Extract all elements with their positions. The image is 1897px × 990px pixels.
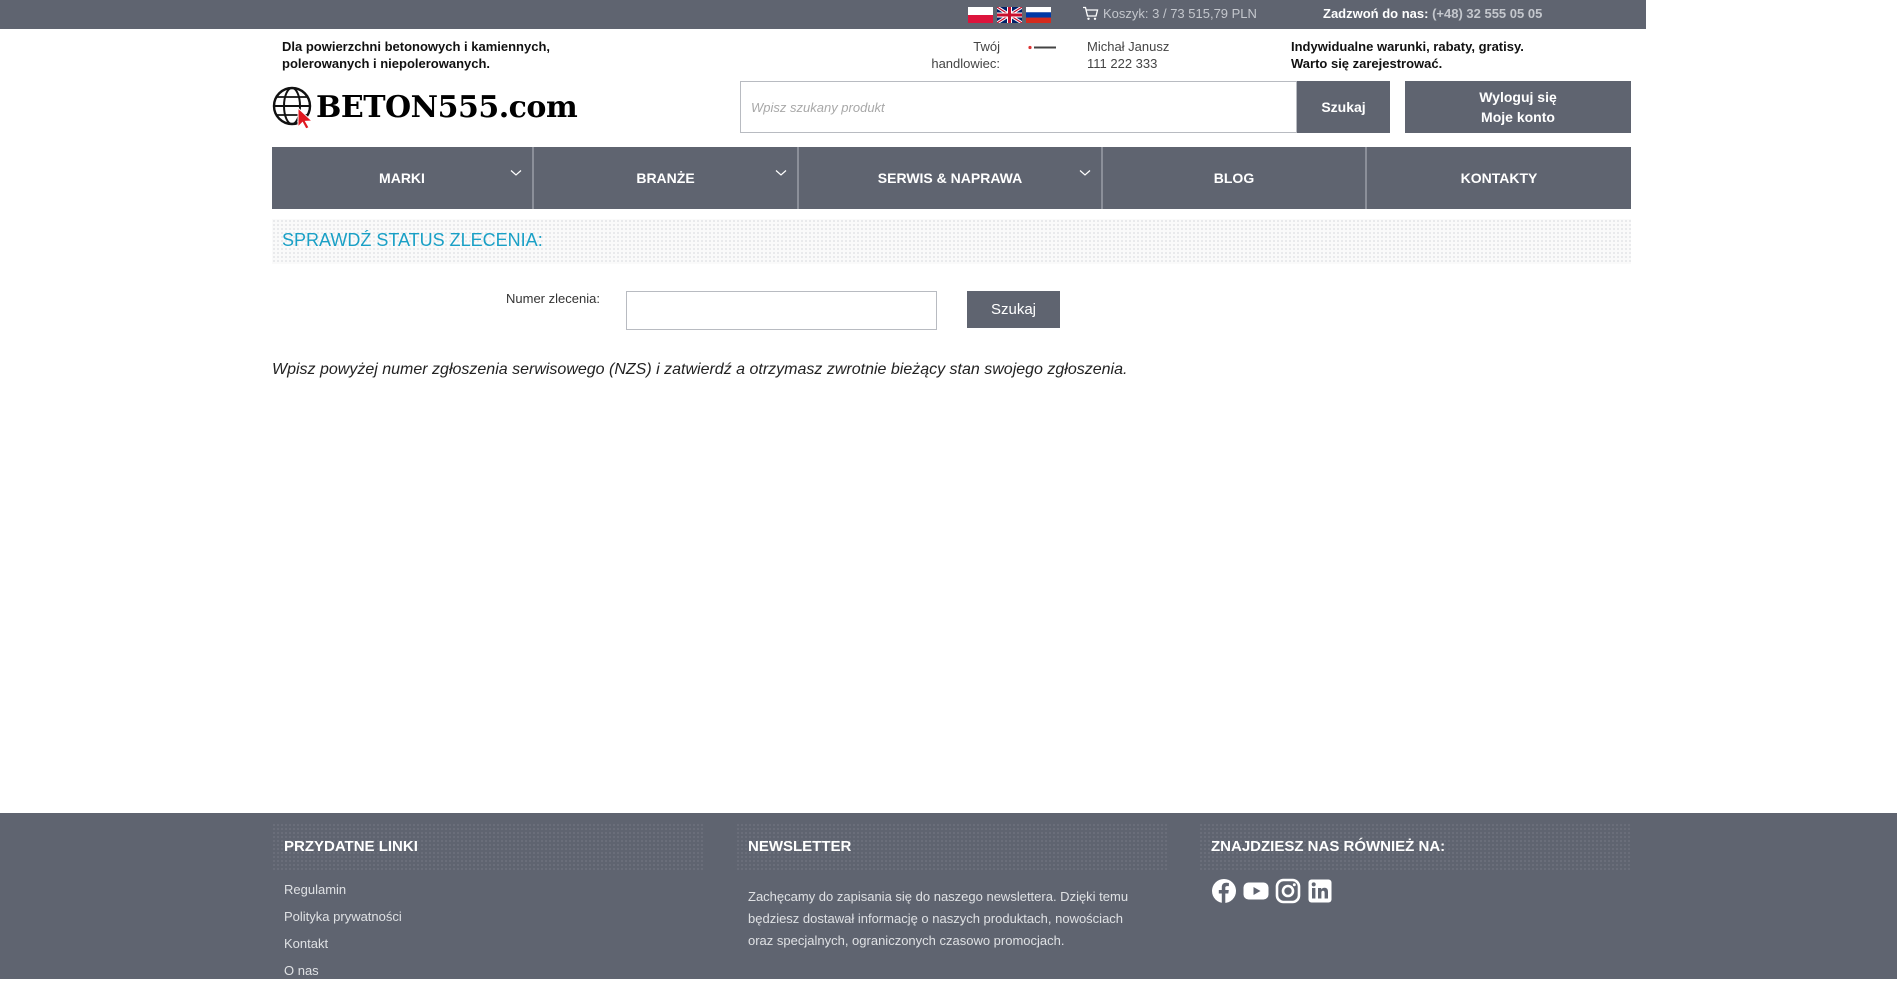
product-search-button[interactable]: Szukaj: [1297, 81, 1390, 133]
footer-links-title: PRZYDATNE LINKI: [284, 838, 418, 855]
chevron-down-icon: [775, 170, 787, 176]
newsletter-description: Zachęcamy do zapisania się do naszego ne…: [748, 889, 1129, 948]
logo-text: BETON555.com: [316, 89, 578, 125]
flag-ru-icon[interactable]: [1026, 7, 1051, 23]
footer-link-privacy[interactable]: Polityka prywatności: [284, 909, 402, 936]
trader-name: Michał Janusz: [1087, 39, 1170, 54]
youtube-icon[interactable]: [1243, 878, 1269, 904]
social-links: [1211, 878, 1333, 904]
chevron-down-icon: [510, 170, 522, 176]
trader-label-line-1: Twój: [973, 39, 1000, 54]
tagline-line-2: polerowanych i niepolerowanych.: [282, 56, 491, 71]
footer-link-contact[interactable]: Kontakt: [284, 936, 402, 963]
logout-link[interactable]: Wyloguj się: [1479, 87, 1557, 107]
promo-line-2: Warto się zarejestrować.: [1291, 56, 1443, 71]
linkedin-icon[interactable]: [1307, 878, 1333, 904]
nav-item-label: KONTAKTY: [1460, 170, 1538, 186]
trader-label-line-2: handlowiec:: [931, 56, 1000, 71]
phone-number[interactable]: (+48) 32 555 05 05: [1432, 6, 1542, 21]
nav-item-branze[interactable]: BRANŻE: [534, 147, 799, 209]
nav-item-kontakty[interactable]: KONTAKTY: [1367, 147, 1631, 209]
trader-phone: 111 222 333: [1087, 56, 1158, 71]
footer-links-list: Regulamin Polityka prywatności Kontakt O…: [284, 882, 402, 990]
footer-link-about[interactable]: O nas: [284, 963, 402, 990]
cart-summary: Koszyk: 3 / 73 515,79 PLN: [1103, 6, 1257, 21]
phone-label: Zadzwoń do nas:: [1323, 6, 1429, 21]
nav-item-marki[interactable]: MARKI: [272, 147, 534, 209]
instructions-text: Wpisz powyżej numer zgłoszenia serwisowe…: [272, 361, 1128, 378]
instagram-icon[interactable]: [1275, 878, 1301, 904]
promo-text: Indywidualne warunki, rabaty, gratisy. W…: [1291, 38, 1524, 72]
trader-company-logo: [1028, 45, 1056, 50]
product-search-input[interactable]: [740, 81, 1297, 133]
my-account-link[interactable]: Moje konto: [1481, 107, 1555, 127]
nav-item-label: MARKI: [379, 170, 425, 186]
footer-social-title: ZNAJDZIESZ NAS RÓWNIEŻ NA:: [1211, 838, 1446, 855]
order-number-input[interactable]: [626, 291, 937, 330]
account-box[interactable]: Wyloguj się Moje konto: [1405, 81, 1631, 133]
footer-newsletter-title: NEWSLETTER: [748, 838, 852, 855]
section-header: SPRAWDŹ STATUS ZLECENIA:: [272, 219, 1631, 264]
nav-item-label: BRANŻE: [636, 170, 695, 186]
cart-link[interactable]: Koszyk: 3 / 73 515,79 PLN: [1082, 6, 1257, 21]
nav-item-blog[interactable]: BLOG: [1103, 147, 1367, 209]
flag-pl-icon[interactable]: [968, 7, 993, 23]
phone-info: Zadzwoń do nas: (+48) 32 555 05 05: [1323, 6, 1542, 21]
nav-item-label: BLOG: [1213, 170, 1255, 186]
nav-item-label: SERWIS & NAPRAWA: [877, 170, 1023, 186]
tagline: Dla powierzchni betonowych i kamiennych,…: [282, 38, 572, 72]
footer: PRZYDATNE LINKI Regulamin Polityka prywa…: [0, 813, 1897, 979]
tagline-line-1: Dla powierzchni betonowych i kamiennych,: [282, 39, 550, 54]
site-logo[interactable]: BETON555.com: [272, 84, 578, 130]
trader-info: Michał Janusz 111 222 333: [1087, 38, 1169, 72]
cart-icon: [1083, 6, 1099, 20]
globe-cursor-icon: [272, 86, 314, 130]
flag-uk-icon[interactable]: [997, 7, 1022, 23]
promo-line-1: Indywidualne warunki, rabaty, gratisy.: [1291, 39, 1524, 54]
chevron-down-icon: [1079, 170, 1091, 176]
footer-newsletter-header: NEWSLETTER: [736, 823, 1169, 871]
nav-item-serwis[interactable]: SERWIS & NAPRAWA: [799, 147, 1103, 209]
language-flags: [968, 7, 1051, 23]
order-search-button[interactable]: Szukaj: [967, 291, 1060, 328]
top-bar: Koszyk: 3 / 73 515,79 PLN Zadzwoń do nas…: [0, 0, 1646, 29]
order-number-label: Numer zlecenia:: [506, 291, 600, 306]
trader-label: Twój handlowiec:: [930, 38, 1000, 72]
page-title: SPRAWDŹ STATUS ZLECENIA:: [282, 230, 543, 250]
footer-links-header: PRZYDATNE LINKI: [272, 823, 705, 871]
footer-link-regulamin[interactable]: Regulamin: [284, 882, 402, 909]
facebook-icon[interactable]: [1211, 878, 1237, 904]
footer-social-header: ZNAJDZIESZ NAS RÓWNIEŻ NA:: [1199, 823, 1632, 871]
main-nav: MARKI BRANŻE SERWIS & NAPRAWA BLOG KONTA…: [272, 147, 1631, 209]
